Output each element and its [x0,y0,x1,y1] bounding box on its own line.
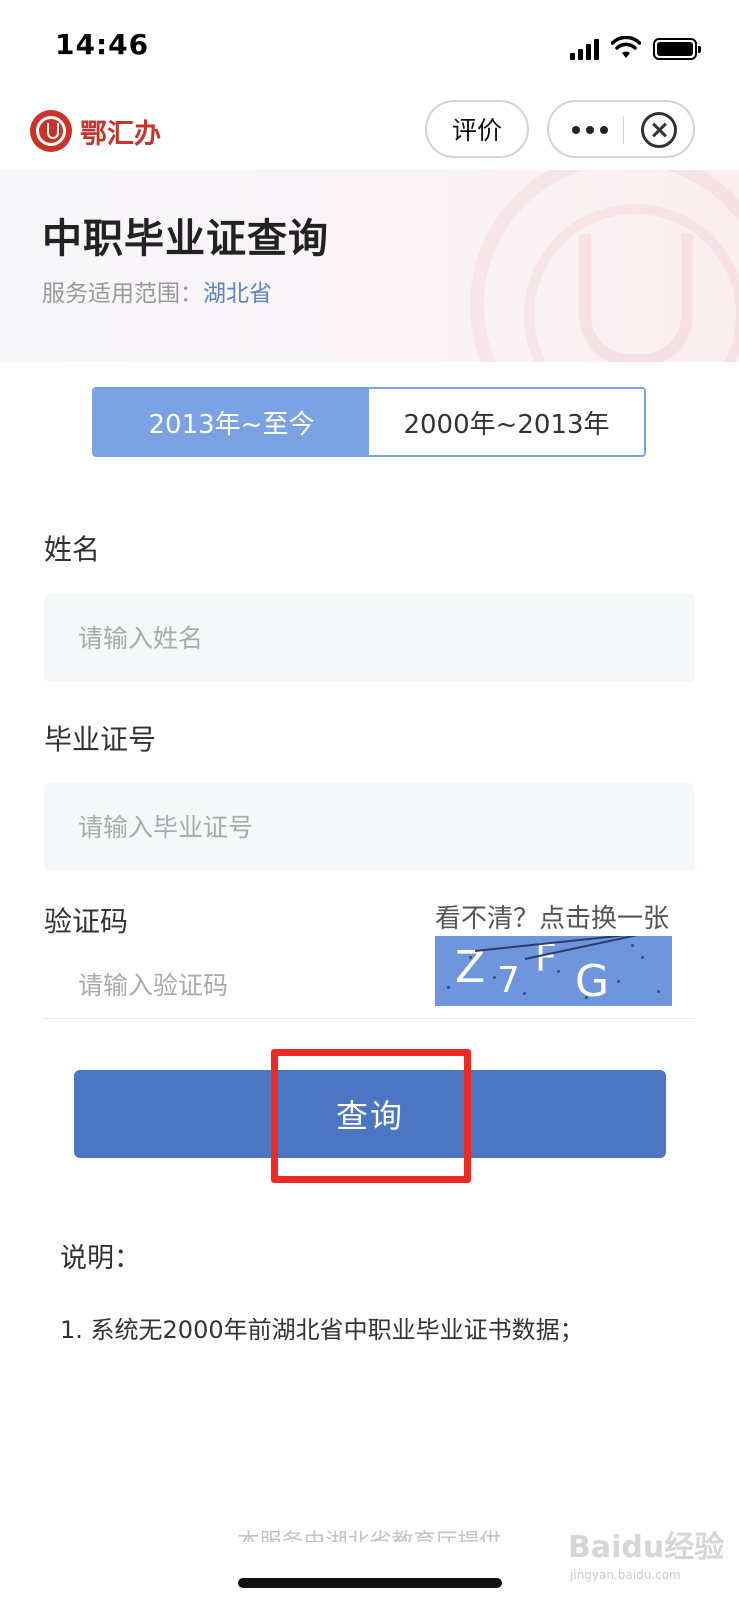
app-name: 鄂汇办 [80,118,161,150]
certificate-number-label: 毕业证号 [44,723,157,756]
scope-label: 服务适用范围： [42,281,203,307]
service-scope: 服务适用范围：湖北省 [42,274,272,308]
captcha-noise-dot [523,992,526,995]
emblem-logo-icon [30,110,72,152]
cellular-signal-icon [570,38,599,60]
scope-value: 湖北省 [203,281,272,307]
annotation-highlight-box [271,1049,471,1183]
status-time: 14:46 [55,28,150,61]
captcha-char: 7 [497,960,520,1001]
captcha-noise-dot [657,990,660,993]
tab-2013-to-present[interactable]: 2013年~至今 [94,389,369,455]
home-indicator[interactable] [238,1578,502,1588]
captcha-noise-dot [585,996,588,999]
captcha-noise-dot [557,970,560,973]
mini-program-nav-bar: 鄂汇办 评价 [0,90,739,170]
close-icon[interactable] [641,112,677,148]
notes-title: 说明： [60,1243,141,1274]
period-tabs: 2013年~至今 2000年~2013年 [92,387,646,457]
captcha-noise-dot [631,944,634,947]
captcha-underline [44,1018,695,1019]
captcha-noise-dot [641,956,644,959]
captcha-char: G [575,956,610,1006]
notes-item: 1. 系统无2000年前湖北省中职业毕业证书数据； [60,1316,584,1344]
baidu-watermark: Baidu经验 [568,1530,725,1565]
more-icon[interactable] [565,117,615,143]
refresh-captcha-link[interactable]: 看不清？点击换一张 [435,898,669,935]
app-logo: 鄂汇办 [30,110,161,152]
status-icons [570,34,701,60]
header-banner: 中职毕业证查询 服务适用范围：湖北省 [0,170,739,362]
battery-icon [653,38,701,60]
certificate-number-input[interactable] [44,783,695,871]
baidu-watermark-url: jingyan.baidu.com [570,1568,681,1582]
captcha-image[interactable]: Z 7 F G [435,936,672,1006]
captcha-noise-dot [493,976,496,979]
captcha-noise-dot [469,956,472,959]
tab-2000-to-2013[interactable]: 2000年~2013年 [369,389,644,455]
rate-button[interactable]: 评价 [425,100,529,158]
capsule-menu [547,100,695,158]
capsule-divider [623,116,624,144]
page-title: 中职毕业证查询 [42,216,329,262]
wifi-icon [611,36,641,58]
name-input[interactable] [44,594,695,682]
status-bar: 14:46 [0,0,739,90]
captcha-noise-dot [447,986,450,989]
emblem-watermark-icon [470,170,739,362]
battery-level [657,42,693,56]
captcha-noise-dot [617,980,620,983]
captcha-input[interactable] [44,950,424,1020]
name-label: 姓名 [44,533,101,566]
captcha-label: 验证码 [44,905,129,938]
